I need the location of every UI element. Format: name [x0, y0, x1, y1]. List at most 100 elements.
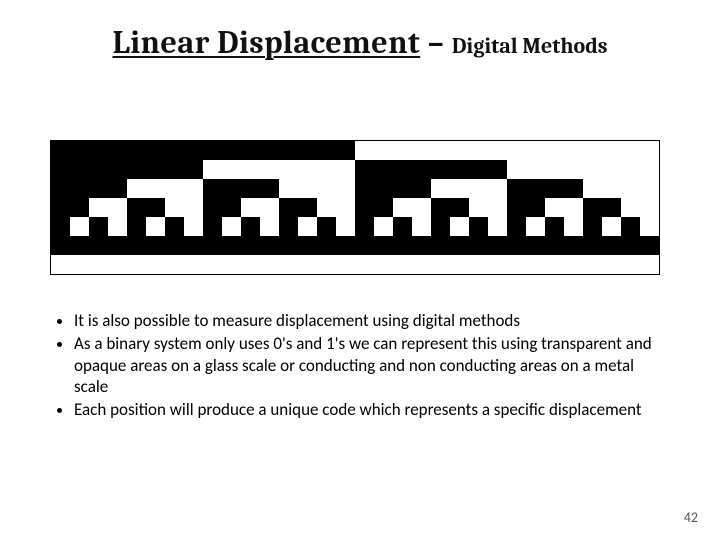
encoder-cell — [469, 236, 488, 255]
encoder-cell — [602, 141, 621, 160]
encoder-cell — [412, 160, 431, 179]
encoder-cell — [488, 217, 507, 236]
encoder-cell — [260, 160, 279, 179]
encoder-cell — [260, 179, 279, 198]
encoder-cell — [431, 217, 450, 236]
encoder-cell — [203, 236, 222, 255]
encoder-cell — [374, 198, 393, 217]
encoder-cell — [51, 255, 70, 274]
encoder-cell — [488, 198, 507, 217]
encoder-cell — [640, 255, 659, 274]
encoder-cell — [526, 198, 545, 217]
encoder-cell — [203, 255, 222, 274]
encoder-cell — [602, 160, 621, 179]
encoder-cell — [450, 198, 469, 217]
encoder-cell — [336, 141, 355, 160]
encoder-cell — [450, 236, 469, 255]
encoder-cell — [89, 198, 108, 217]
encoder-cell — [412, 217, 431, 236]
encoder-cell — [146, 255, 165, 274]
encoder-cell — [602, 179, 621, 198]
encoder-cell — [146, 236, 165, 255]
encoder-cell — [51, 198, 70, 217]
encoder-cell — [469, 217, 488, 236]
encoder-cell — [222, 179, 241, 198]
encoder-cell — [374, 179, 393, 198]
encoder-cell — [317, 179, 336, 198]
encoder-cell — [526, 160, 545, 179]
encoder-cell — [108, 255, 127, 274]
encoder-cell — [564, 179, 583, 198]
encoder-cell — [469, 255, 488, 274]
encoder-cell — [222, 236, 241, 255]
encoder-cell — [583, 179, 602, 198]
encoder-cell — [545, 255, 564, 274]
encoder-cell — [89, 255, 108, 274]
encoder-cell — [127, 255, 146, 274]
encoder-cell — [127, 236, 146, 255]
encoder-cell — [51, 141, 70, 160]
encoder-cell — [583, 160, 602, 179]
encoder-cell — [279, 179, 298, 198]
encoder-cell — [241, 160, 260, 179]
encoder-cell — [621, 217, 640, 236]
encoder-row — [51, 236, 659, 255]
encoder-cell — [431, 198, 450, 217]
encoder-cell — [621, 198, 640, 217]
encoder-cell — [564, 198, 583, 217]
encoder-cell — [336, 198, 355, 217]
encoder-cell — [89, 179, 108, 198]
encoder-cell — [393, 217, 412, 236]
encoder-cell — [564, 217, 583, 236]
encoder-cell — [374, 160, 393, 179]
encoder-row — [51, 141, 659, 160]
encoder-cell — [526, 255, 545, 274]
encoder-cell — [165, 179, 184, 198]
encoder-cell — [355, 217, 374, 236]
encoder-cell — [355, 179, 374, 198]
encoder-cell — [355, 141, 374, 160]
encoder-cell — [203, 160, 222, 179]
encoder-cell — [203, 198, 222, 217]
encoder-cell — [450, 179, 469, 198]
encoder-cell — [222, 198, 241, 217]
encoder-cell — [621, 236, 640, 255]
encoder-row — [51, 179, 659, 198]
encoder-cell — [317, 217, 336, 236]
encoder-cell — [127, 217, 146, 236]
encoder-cell — [545, 141, 564, 160]
encoder-cell — [317, 236, 336, 255]
encoder-cell — [374, 217, 393, 236]
encoder-cell — [393, 141, 412, 160]
encoder-cell — [545, 160, 564, 179]
encoder-cell — [507, 160, 526, 179]
encoder-row — [51, 198, 659, 217]
encoder-cell — [241, 236, 260, 255]
encoder-cell — [640, 236, 659, 255]
encoder-cell — [507, 198, 526, 217]
encoder-cell — [127, 160, 146, 179]
encoder-cell — [108, 236, 127, 255]
encoder-cell — [146, 141, 165, 160]
encoder-cell — [469, 141, 488, 160]
encoder-cell — [146, 179, 165, 198]
encoder-strip — [50, 140, 660, 275]
encoder-cell — [355, 160, 374, 179]
encoder-cell — [51, 179, 70, 198]
encoder-cell — [640, 198, 659, 217]
encoder-cell — [526, 217, 545, 236]
encoder-cell — [203, 217, 222, 236]
encoder-cell — [621, 179, 640, 198]
encoder-cell — [241, 255, 260, 274]
encoder-cell — [165, 255, 184, 274]
encoder-cell — [51, 217, 70, 236]
page-number: 42 — [684, 509, 698, 526]
encoder-cell — [374, 236, 393, 255]
encoder-cell — [279, 255, 298, 274]
encoder-cell — [469, 179, 488, 198]
encoder-cell — [203, 141, 222, 160]
encoder-cell — [260, 255, 279, 274]
encoder-cell — [70, 179, 89, 198]
encoder-cell — [450, 217, 469, 236]
encoder-cell — [89, 217, 108, 236]
